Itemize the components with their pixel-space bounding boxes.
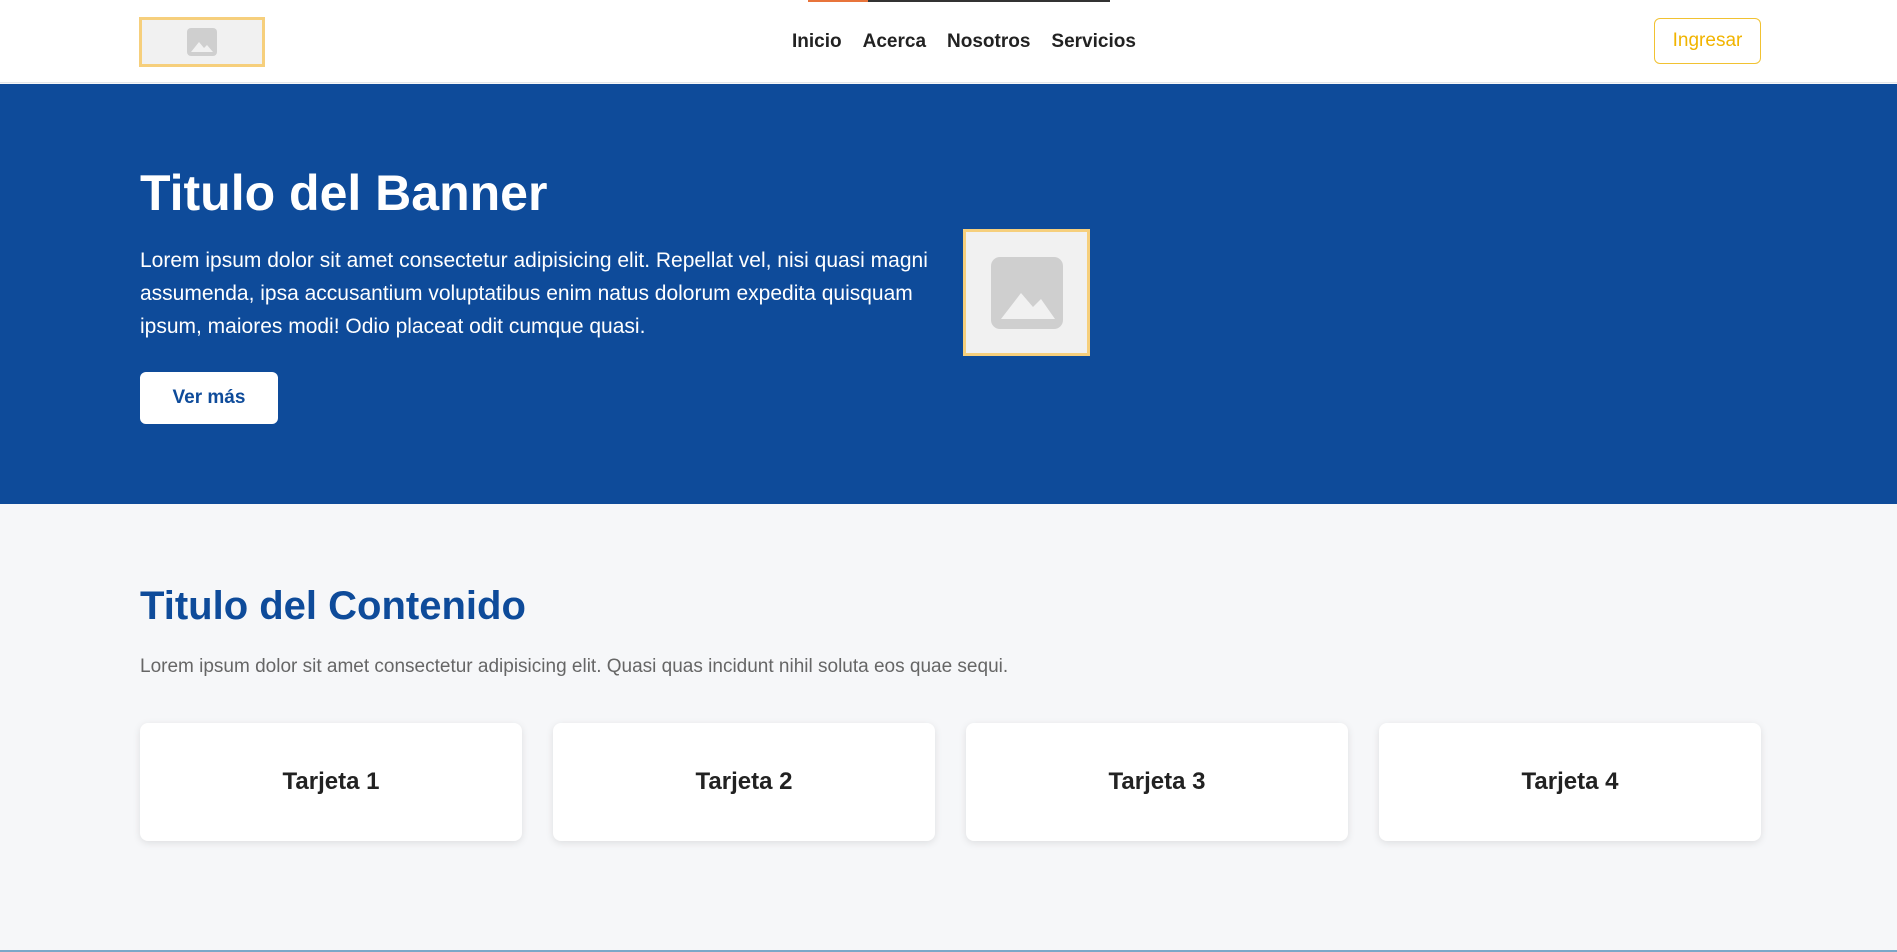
see-more-button[interactable]: Ver más	[140, 372, 278, 424]
site-header: Inicio Acerca Nosotros Servicios Ingresa…	[0, 0, 1897, 83]
hero-description: Lorem ipsum dolor sit amet consectetur a…	[140, 249, 928, 338]
card-title: Tarjeta 3	[1108, 768, 1206, 795]
login-button[interactable]: Ingresar	[1654, 18, 1761, 64]
card-4[interactable]: Tarjeta 4	[1379, 723, 1761, 841]
nav-item-nosotros[interactable]: Nosotros	[947, 31, 1030, 53]
card-3[interactable]: Tarjeta 3	[966, 723, 1348, 841]
hero-title: Titulo del Banner	[140, 165, 548, 221]
hero-banner: Titulo del Banner Lorem ipsum dolor sit …	[0, 84, 1897, 504]
content-description: Lorem ipsum dolor sit amet consectetur a…	[140, 656, 1009, 677]
main-nav: Inicio Acerca Nosotros Servicios	[792, 0, 1136, 83]
card-list: Tarjeta 1 Tarjeta 2 Tarjeta 3 Tarjeta 4	[140, 723, 1761, 841]
content-title: Titulo del Contenido	[140, 584, 526, 628]
nav-item-acerca[interactable]: Acerca	[863, 31, 926, 53]
image-placeholder-icon	[187, 28, 217, 56]
card-title: Tarjeta 1	[282, 768, 380, 795]
hero-image	[963, 229, 1090, 356]
card-title: Tarjeta 4	[1521, 768, 1619, 795]
card-1[interactable]: Tarjeta 1	[140, 723, 522, 841]
image-placeholder-icon	[990, 256, 1063, 329]
logo[interactable]	[139, 17, 265, 67]
nav-item-servicios[interactable]: Servicios	[1051, 31, 1136, 53]
card-title: Tarjeta 2	[695, 768, 793, 795]
card-2[interactable]: Tarjeta 2	[553, 723, 935, 841]
nav-item-inicio[interactable]: Inicio	[792, 31, 842, 53]
